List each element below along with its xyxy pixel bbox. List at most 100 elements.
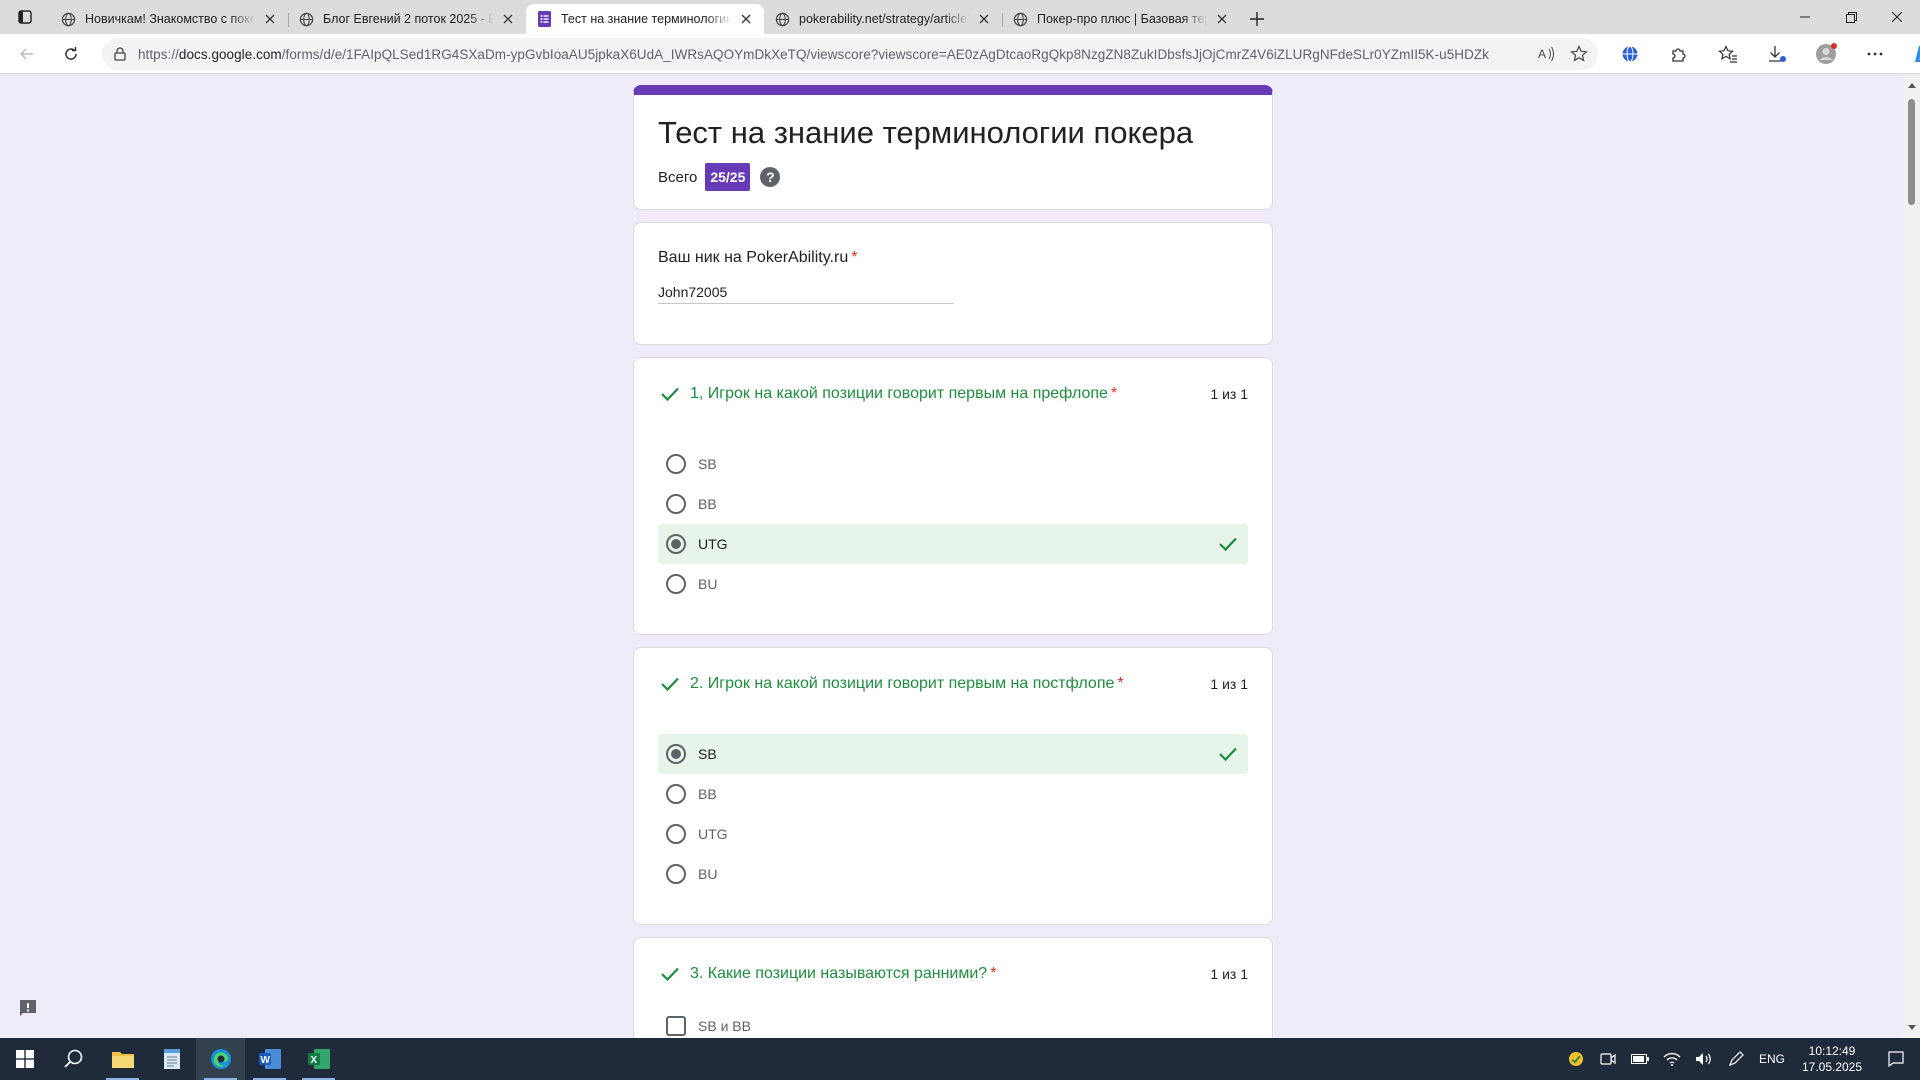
downloads-button[interactable] <box>1752 38 1801 70</box>
battery-icon <box>1631 1054 1649 1064</box>
globe-icon <box>774 11 790 27</box>
reload-button[interactable] <box>53 38 89 70</box>
score-badge: 25/25 <box>705 163 751 191</box>
tray-app-button[interactable] <box>1560 1038 1592 1080</box>
start-button[interactable] <box>0 1038 49 1080</box>
svg-text:A: A <box>1538 47 1546 61</box>
tray-volume-button[interactable] <box>1688 1038 1720 1080</box>
notifications-button[interactable] <box>1872 1038 1920 1080</box>
correct-check-icon <box>1216 532 1240 556</box>
input-language[interactable]: ENG <box>1752 1052 1792 1066</box>
report-feedback-button[interactable] <box>18 998 38 1018</box>
close-tab-icon[interactable] <box>1214 11 1230 27</box>
profile-button[interactable] <box>1801 38 1850 70</box>
required-asterisk: * <box>851 249 858 266</box>
radio-button-selected[interactable] <box>666 744 686 764</box>
score-row: Всего 25/25 ? <box>658 163 1248 191</box>
option-bb[interactable]: BB <box>658 774 1248 814</box>
taskbar-notepad[interactable] <box>147 1038 196 1080</box>
system-tray: ENG 10:12:49 17.05.2025 <box>1560 1038 1920 1080</box>
close-tab-icon[interactable] <box>738 11 754 27</box>
checkbox[interactable] <box>666 1016 686 1036</box>
question-text: 1, Игрок на какой позиции говорит первым… <box>690 385 1210 403</box>
tab-actions-button[interactable] <box>0 0 50 34</box>
radio-button[interactable] <box>666 784 686 804</box>
copilot-button[interactable] <box>1899 38 1920 70</box>
restore-button[interactable] <box>1828 0 1874 34</box>
new-tab-button[interactable] <box>1240 4 1274 34</box>
extensions-button[interactable] <box>1654 38 1703 70</box>
option-bu[interactable]: BU <box>658 564 1248 604</box>
option-label: SB и BB <box>698 1018 751 1034</box>
scroll-thumb[interactable] <box>1908 99 1915 205</box>
option-label: BB <box>698 786 717 802</box>
system-clock[interactable]: 10:12:49 17.05.2025 <box>1792 1043 1872 1075</box>
tray-battery-button[interactable] <box>1624 1038 1656 1080</box>
taskbar-file-explorer[interactable] <box>98 1038 147 1080</box>
option-utg-correct[interactable]: UTG <box>658 524 1248 564</box>
option-label: BU <box>698 576 718 592</box>
score-label: Всего <box>658 168 698 186</box>
tab-title: Новичкам! Знакомство с покерн <box>85 12 256 26</box>
help-icon[interactable]: ? <box>760 167 781 187</box>
radio-button[interactable] <box>666 824 686 844</box>
more-menu-button[interactable] <box>1850 38 1899 70</box>
taskbar-search-button[interactable] <box>49 1038 98 1080</box>
browser-tab-5[interactable]: Покер-про плюс | Базовая терми <box>1002 4 1240 34</box>
question-points: 1 из 1 <box>1210 386 1248 402</box>
favorite-star-icon[interactable] <box>1570 45 1588 63</box>
reload-icon <box>65 46 77 60</box>
scroll-up-icon[interactable] <box>1907 81 1916 90</box>
video-call-icon <box>1600 1053 1616 1065</box>
close-tab-icon[interactable] <box>262 11 278 27</box>
taskbar-edge[interactable] <box>196 1038 245 1080</box>
scroll-down-icon[interactable] <box>1907 1023 1916 1032</box>
taskbar-excel[interactable]: X <box>294 1038 343 1080</box>
avatar-icon <box>1815 43 1837 64</box>
required-asterisk: * <box>1110 385 1118 402</box>
browser-tab-strip: Новичкам! Знакомство с покерн Блог Евген… <box>0 0 1920 34</box>
radio-button[interactable] <box>666 864 686 884</box>
minimize-button[interactable] <box>1782 0 1828 34</box>
browser-tab-4[interactable]: pokerability.net/strategy/article?id <box>764 4 1002 34</box>
back-button[interactable] <box>9 38 45 70</box>
read-aloud-icon[interactable]: A <box>1538 46 1556 62</box>
radio-button[interactable] <box>666 454 686 474</box>
browser-tab-active[interactable]: Тест на знание терминологии по <box>526 4 764 34</box>
close-tab-icon[interactable] <box>500 11 516 27</box>
tray-wifi-button[interactable] <box>1656 1038 1688 1080</box>
vpn-button[interactable] <box>1605 38 1654 70</box>
browser-tab-2[interactable]: Блог Евгений 2 поток 2025 - Бло <box>288 4 526 34</box>
lock-icon <box>114 47 126 61</box>
close-icon <box>1892 12 1902 22</box>
address-bar[interactable]: https://docs.google.com/forms/d/e/1FAIpQ… <box>102 38 1598 70</box>
option-bb[interactable]: BB <box>658 484 1248 524</box>
radio-button[interactable] <box>666 494 686 514</box>
option-partial[interactable]: SB и BB <box>658 1016 1248 1036</box>
clock-time: 10:12:49 <box>1808 1044 1856 1058</box>
close-window-button[interactable] <box>1874 0 1920 34</box>
radio-button[interactable] <box>666 574 686 594</box>
favorites-list-icon <box>1717 45 1737 63</box>
tab-actions-icon <box>18 10 32 24</box>
tab-title: Блог Евгений 2 поток 2025 - Бло <box>323 12 494 26</box>
taskbar-word[interactable]: W <box>245 1038 294 1080</box>
tray-pen-button[interactable] <box>1720 1038 1752 1080</box>
option-utg[interactable]: UTG <box>658 814 1248 854</box>
favorites-button[interactable] <box>1703 38 1752 70</box>
radio-button-selected[interactable] <box>666 534 686 554</box>
browser-tab-1[interactable]: Новичкам! Знакомство с покерн <box>50 4 288 34</box>
file-explorer-icon <box>111 1052 134 1068</box>
form-column: Тест на знание терминологии покера Всего… <box>633 85 1273 1038</box>
page-scrollbar[interactable] <box>1903 75 1920 1038</box>
question-title: 3. Какие позиции называются ранними? <box>690 965 988 982</box>
option-label: BU <box>698 866 718 882</box>
option-sb[interactable]: SB <box>658 444 1248 484</box>
question-text: 2. Игрок на какой позиции говорит первым… <box>690 675 1210 693</box>
close-tab-icon[interactable] <box>976 11 992 27</box>
tray-app-icon <box>1569 1052 1583 1066</box>
option-sb-correct[interactable]: SB <box>658 734 1248 774</box>
tray-meet-button[interactable] <box>1592 1038 1624 1080</box>
option-bu[interactable]: BU <box>658 854 1248 894</box>
required-asterisk: * <box>990 965 997 982</box>
